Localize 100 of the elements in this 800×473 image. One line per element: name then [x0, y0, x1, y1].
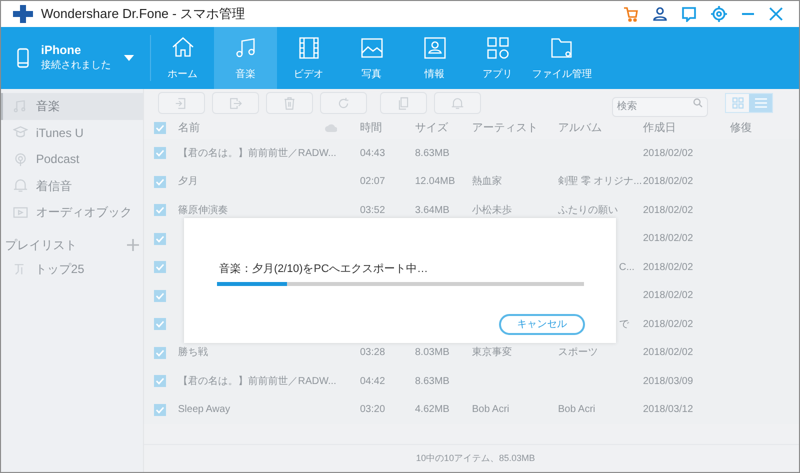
table-cell-text: 2018/02/02 — [643, 232, 694, 246]
nav-tab[interactable]: ファイル管理 — [529, 27, 595, 89]
nav-tab[interactable]: ビデオ — [277, 27, 340, 89]
apps-grid-icon — [484, 35, 510, 61]
sidebar-item[interactable]: Podcast — [1, 146, 143, 172]
sidebar-item[interactable]: 着信音 — [1, 172, 143, 199]
app-logo-icon — [13, 5, 33, 23]
table-cell-text: 04:42 — [360, 374, 386, 389]
cart-icon[interactable] — [623, 6, 639, 22]
playlist-item[interactable]: トップ25 — [1, 256, 143, 282]
toolbar-button[interactable] — [212, 92, 259, 114]
column-header[interactable]: アーティスト — [472, 120, 558, 136]
settings-icon[interactable] — [711, 6, 727, 22]
checkbox[interactable] — [154, 346, 166, 359]
add-icon[interactable] — [127, 238, 139, 250]
table-cell-text: 4.62MB — [415, 403, 450, 418]
nav-tab[interactable]: 写真 — [340, 27, 403, 89]
toolbar-button[interactable] — [158, 92, 205, 114]
checkbox[interactable] — [154, 147, 166, 160]
table-cell-text: 3.64MB — [415, 204, 450, 218]
column-header[interactable]: 修復 — [730, 120, 752, 136]
column-header[interactable]: 作成日 — [643, 120, 730, 136]
audiobook-icon — [13, 204, 28, 220]
nav-tab[interactable]: 情報 — [403, 27, 466, 89]
table-cell-text: で — [619, 318, 630, 332]
podcast-icon — [13, 152, 28, 167]
search-icon — [693, 98, 703, 108]
device-selector[interactable]: iPhone 接続されました — [1, 35, 151, 81]
sidebar-item[interactable]: オーディオブック — [1, 199, 143, 226]
checkbox[interactable] — [154, 290, 166, 302]
column-header[interactable]: サイズ — [415, 120, 472, 136]
table-cell-text: 2018/02/02 — [643, 289, 694, 304]
table-cell-text: 2018/02/02 — [643, 175, 694, 190]
view-toggle[interactable] — [749, 94, 772, 112]
table-cell-text: 12.04MB — [415, 175, 456, 190]
sidebar-item[interactable]: iTunes U — [1, 120, 143, 146]
progress-message: 音楽：夕月(2/10)をPCへエクスポート中… — [219, 262, 428, 277]
nav-tab[interactable]: 音楽 — [214, 27, 277, 89]
refresh-icon — [337, 96, 350, 110]
table-cell-text: 2018/02/02 — [643, 346, 694, 360]
table-cell-text: スポーツ — [558, 346, 599, 360]
bell-icon — [451, 96, 464, 110]
table-cell-text: 2018/02/02 — [643, 204, 694, 218]
cancel-button[interactable]: キャンセル — [499, 314, 585, 335]
table-cell-text: 熱血家 — [472, 174, 503, 190]
table-cell-text: 8.63MB — [415, 146, 450, 161]
table-cell-text: 2018/02/02 — [643, 146, 694, 161]
playlist-header: プレイリスト — [5, 236, 77, 254]
sidebar-item[interactable]: 音楽 — [1, 93, 143, 120]
checkbox[interactable] — [154, 204, 166, 216]
window-title: Wondershare Dr.Fone - スマホ管理 — [41, 5, 246, 24]
table-cell-text: 篠原伸演奏 — [178, 204, 229, 218]
graduation-cap-icon — [13, 125, 28, 140]
table-cell-text: 03:52 — [360, 204, 386, 218]
copy-icon — [397, 96, 410, 110]
table-cell-text: 小松未歩 — [472, 204, 513, 218]
table-cell-text: 8.03MB — [415, 346, 450, 360]
table-cell-text: Bob Acri — [472, 403, 510, 418]
status-text: 10中の10アイテム、85.03MB — [416, 452, 536, 465]
checkbox[interactable] — [154, 122, 166, 134]
checkbox[interactable] — [154, 375, 166, 388]
table-cell-text: Bob Acri — [558, 403, 596, 418]
chat-icon[interactable] — [681, 6, 697, 22]
table-cell-text: 02:07 — [360, 175, 386, 190]
column-header[interactable]: 時間 — [360, 120, 415, 136]
phone-icon — [17, 48, 29, 68]
checkbox[interactable] — [154, 232, 166, 245]
close-icon[interactable] — [769, 7, 783, 21]
table-cell-text: ふたりの願い — [558, 204, 619, 218]
checkbox[interactable] — [154, 261, 166, 274]
table-cell-text: 勝ち戦 — [178, 346, 209, 360]
grid-icon — [732, 97, 744, 109]
toolbar-button[interactable] — [320, 92, 367, 114]
contact-card-icon — [422, 35, 448, 61]
cloud-icon — [325, 124, 337, 132]
export-icon — [229, 96, 242, 110]
checkbox[interactable] — [154, 404, 166, 416]
checkbox[interactable] — [154, 318, 166, 330]
table-cell-text: C... — [619, 260, 636, 275]
search-field[interactable]: 検索 — [612, 96, 708, 116]
table-cell-text: 03:20 — [360, 403, 386, 418]
toolbar-button[interactable] — [266, 92, 313, 114]
table-cell-text: 2018/02/02 — [643, 260, 694, 275]
table-cell-text: Sleep Away — [178, 403, 232, 418]
table-cell-text: 03:28 — [360, 346, 386, 360]
column-header[interactable]: 名前 — [178, 120, 325, 136]
dropdown-caret-icon[interactable] — [124, 55, 134, 61]
column-header[interactable]: アルバム — [558, 120, 643, 136]
toolbar-button[interactable] — [380, 92, 427, 114]
table-cell-text: 【君の名は。】前前前世／RADW... — [178, 146, 338, 161]
table-cell-text: 2018/02/02 — [643, 318, 694, 332]
nav-tab[interactable]: ホーム — [151, 27, 214, 89]
user-icon[interactable] — [653, 6, 667, 22]
nav-tab[interactable]: アプリ — [466, 27, 529, 89]
table-cell-text: 2018/03/09 — [643, 374, 694, 389]
device-status: 接続されました — [41, 58, 111, 73]
view-toggle[interactable] — [726, 94, 749, 112]
toolbar-button[interactable] — [434, 92, 481, 114]
checkbox[interactable] — [154, 176, 166, 188]
table-cell-text: 夕月 — [178, 175, 199, 190]
